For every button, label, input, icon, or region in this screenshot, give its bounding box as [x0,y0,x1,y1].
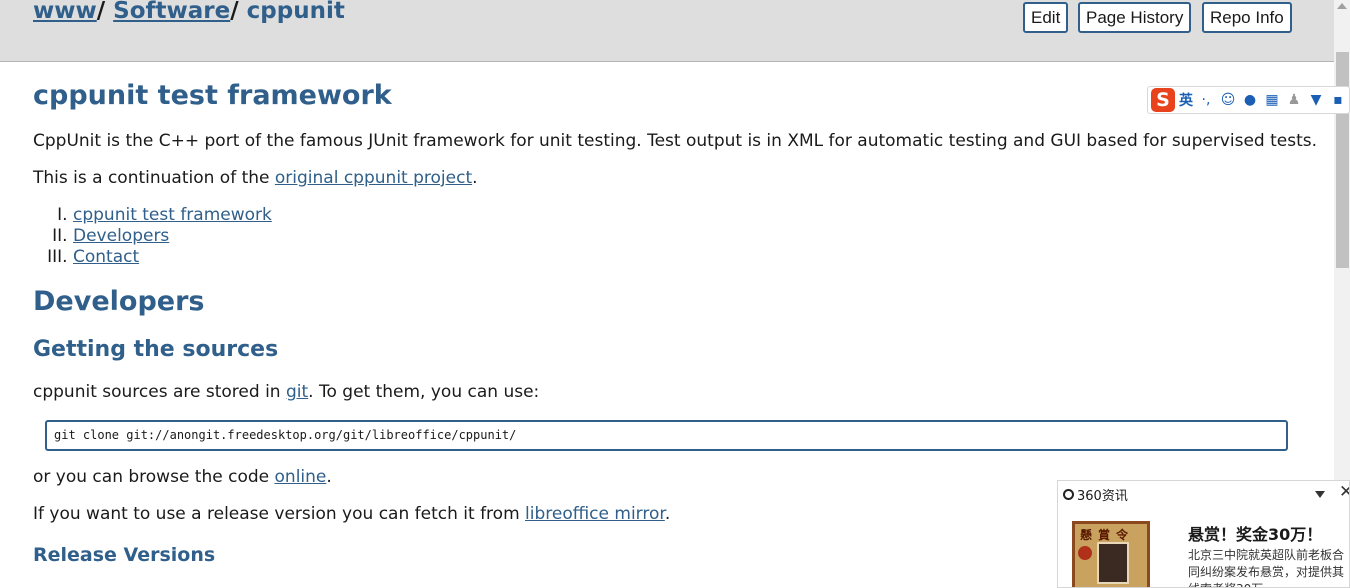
breadcrumb-link-software[interactable]: Software [113,0,230,24]
news-description[interactable]: 北京三中院就英超队前老板合同纠纷案发布悬赏，对提供其线索者奖30万 [1188,547,1348,587]
top-header-bar: www/ Software/ cppunit Edit Page History… [0,0,1334,62]
release-versions-heading: Release Versions [33,544,216,566]
release-suffix: . [664,504,671,524]
news-popup-header: 360资讯 [1063,485,1128,504]
thumbnail-poster-text: 懸賞令 [1080,528,1135,542]
breadcrumb: www/ Software/ cppunit [33,0,345,24]
original-project-link[interactable]: original cppunit project [275,168,472,188]
portrait-image [1097,542,1129,584]
ime-language-toggle[interactable]: 英 [1179,90,1193,110]
breadcrumb-separator: / [230,0,239,24]
toc-item: Contact [73,247,272,268]
sources-suffix: . To get them, you can use: [308,382,540,402]
continuation-prefix: This is a continuation of the [33,168,275,188]
developers-heading: Developers [33,286,205,317]
release-paragraph: If you want to use a release version you… [33,504,670,524]
intro-paragraph: CppUnit is the C++ port of the famous JU… [33,131,1318,151]
news-popup[interactable]: 360资讯 ✕ 懸賞令 悬赏！奖金30万！ 北京三中院就英超队前老板合同纠纷案发… [1057,480,1350,588]
browse-suffix: . [326,467,332,487]
online-link[interactable]: online [275,467,327,487]
toc-item: Developers [73,226,272,247]
toc-link-developers[interactable]: Developers [73,226,169,246]
breadcrumb-link-www[interactable]: www [33,0,97,24]
continuation-paragraph: This is a continuation of the original c… [33,168,478,188]
toc-item: cppunit test framework [73,205,272,226]
shirt-icon[interactable]: ▼ [1307,92,1325,108]
news-source-label: 360资讯 [1077,489,1128,504]
emoji-icon[interactable]: ☺ [1219,92,1237,108]
news-headline[interactable]: 悬赏！奖金30万！ [1188,521,1322,545]
sources-prefix: cppunit sources are stored in [33,382,286,402]
page-title: cppunit test framework [33,80,392,111]
breadcrumb-separator: / [96,0,106,24]
seal-icon [1078,546,1092,560]
punctuation-icon[interactable]: ·, [1197,92,1215,108]
breadcrumb-current: cppunit [246,0,345,24]
toc-link-contact[interactable]: Contact [73,247,139,267]
keyboard-icon[interactable]: ▦ [1263,92,1281,108]
toc-link-framework[interactable]: cppunit test framework [73,205,272,225]
git-link[interactable]: git [286,382,308,402]
table-of-contents: cppunit test framework Developers Contac… [33,205,272,268]
libreoffice-mirror-link[interactable]: libreoffice mirror [525,504,665,524]
browse-paragraph: or you can browse the code online. [33,467,332,487]
grid-icon[interactable]: ▪ [1329,92,1347,108]
microphone-icon[interactable]: ● [1241,92,1259,108]
page-history-button[interactable]: Page History [1078,2,1192,33]
chevron-down-icon[interactable] [1315,491,1325,498]
ime-toolbar[interactable]: S 英 ·, ☺ ● ▦ ♟ ▼ ▪ [1147,86,1350,114]
repo-info-button[interactable]: Repo Info [1202,2,1292,33]
continuation-suffix: . [472,168,478,188]
scroll-up-arrow-icon[interactable] [1337,3,1347,9]
getting-sources-heading: Getting the sources [33,337,279,362]
news-thumbnail[interactable]: 懸賞令 [1072,521,1150,587]
browse-prefix: or you can browse the code [33,467,275,487]
sogou-logo-icon[interactable]: S [1151,88,1175,112]
user-icon[interactable]: ♟ [1285,92,1303,108]
release-prefix: If you want to use a release version you… [33,504,526,524]
close-icon[interactable]: ✕ [1339,482,1349,502]
360-logo-icon [1063,489,1074,500]
edit-button[interactable]: Edit [1023,2,1069,33]
scrollbar-thumb[interactable] [1336,52,1349,268]
git-clone-code-block[interactable]: git clone git://anongit.freedesktop.org/… [45,420,1288,451]
sources-paragraph: cppunit sources are stored in git. To ge… [33,382,539,402]
